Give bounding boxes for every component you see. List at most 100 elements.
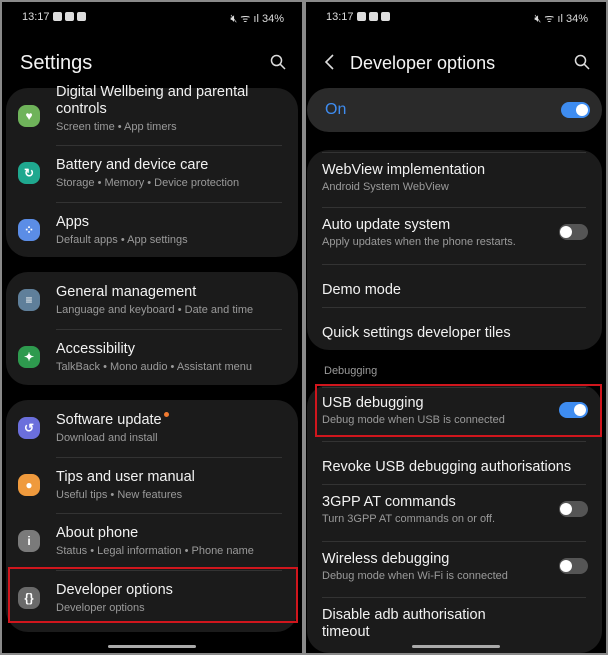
mute-wifi-signal-icons: 🔇︎ ᯤ ıl (230, 13, 262, 25)
item-title: Accessibility (56, 341, 135, 357)
item-subtitle: Apply updates when the phone restarts. (322, 236, 516, 248)
search-icon[interactable] (574, 54, 590, 70)
page-title: Developer options (350, 53, 496, 73)
toggle-knob (560, 226, 572, 238)
settings-item-about-phone[interactable]: i About phone Status • Legal information •… (6, 513, 298, 570)
master-toggle[interactable] (561, 102, 590, 118)
highlight-box (8, 567, 298, 623)
item-subtitle: Language and keyboard • Date and time (56, 304, 254, 316)
clock: 13:17 (22, 11, 50, 23)
item-subtitle: Default apps • App settings (56, 234, 188, 246)
master-switch-row[interactable]: On (307, 88, 602, 132)
item-title: General management (56, 284, 197, 300)
notification-icon (380, 12, 390, 21)
clock: 13:17 (326, 11, 354, 23)
item-subtitle: Debug mode when Wi-Fi is connected (322, 570, 508, 582)
search-icon[interactable] (270, 54, 286, 70)
setting-3gpp-at-commands[interactable]: 3GPP AT commands Turn 3GPP AT commands on… (307, 484, 602, 534)
toggle-knob (560, 560, 572, 572)
settings-item-general-management[interactable]: ≡ General management Language and keyboard… (6, 272, 298, 329)
setting-wireless-debugging[interactable]: Wireless debugging Debug mode when Wi-Fi … (307, 541, 602, 591)
item-title: Software update (56, 412, 162, 428)
item-subtitle: Storage • Memory • Device protection (56, 177, 240, 189)
software-update-icon: ↺ (18, 417, 40, 439)
accessibility-icon: ✦ (18, 346, 40, 368)
home-bar[interactable] (108, 645, 196, 648)
toggle-switch[interactable] (559, 558, 588, 574)
item-subtitle: Useful tips • New features (56, 489, 183, 501)
settings-item-tips-and-user-manual[interactable]: ● Tips and user manual Useful tips • New f… (6, 457, 298, 514)
item-title: Digital Wellbeing and parental (56, 84, 249, 100)
item-subtitle: Android System WebView (322, 181, 449, 193)
info-icon: i (18, 530, 40, 552)
back-arrow-icon[interactable] (324, 54, 336, 70)
item-title: Quick settings developer tiles (322, 325, 511, 341)
item-title: 3GPP AT commands (322, 494, 456, 510)
wellbeing-icon: ♥ (18, 105, 40, 127)
item-subtitle: Download and install (56, 432, 158, 444)
item-title: About phone (56, 525, 139, 541)
divider (322, 207, 586, 208)
setting-quick-settings-developer-tiles[interactable]: Quick settings developer tiles (307, 307, 602, 357)
developer-options-screen: 13:17 🔇︎ ᯤ ıl 34% Developer options On W… (306, 2, 606, 653)
divider (56, 457, 282, 458)
divider (322, 541, 586, 542)
notification-icon (76, 12, 86, 21)
divider (322, 441, 586, 442)
account-icon (64, 12, 74, 21)
divider (56, 513, 282, 514)
home-bar[interactable] (412, 645, 500, 648)
setting-webview-implementation[interactable]: WebView implementation Android System Web… (307, 152, 602, 202)
item-title: Battery and device care (56, 157, 209, 173)
item-subtitle: Screen time • App timers (56, 121, 177, 133)
status-bar: 13:17 🔇︎ ᯤ ıl 34% (22, 11, 284, 26)
item-title: Revoke USB debugging authorisations (322, 459, 572, 475)
item-title: controls (56, 101, 107, 117)
settings-screen: 13:17 🔇︎ ᯤ ıl 34% Settings ♥ Digital Well… (2, 2, 302, 653)
toggle-switch[interactable] (559, 224, 588, 240)
battery-level: 34% (261, 13, 284, 25)
item-subtitle: TalkBack • Mono audio • Assistant menu (56, 361, 253, 373)
page-title: Settings (20, 52, 93, 74)
divider (56, 329, 282, 330)
divider (322, 152, 586, 153)
account-icon (368, 12, 378, 21)
item-title: Wireless debugging (322, 551, 450, 567)
item-title: Disable adb authorisation (322, 607, 486, 623)
divider (322, 264, 586, 265)
settings-group: ♥ Digital Wellbeing and parental controls S… (6, 84, 298, 259)
sliders-icon: ≡ (18, 289, 40, 311)
section-header-debugging: Debugging (324, 365, 378, 377)
divider (322, 597, 586, 598)
item-title: Demo mode (322, 282, 401, 298)
divider (56, 202, 282, 203)
divider (322, 484, 586, 485)
setting-auto-update-system[interactable]: Auto update system Apply updates when the… (307, 207, 602, 257)
toggle-knob (560, 503, 572, 515)
settings-item-apps[interactable]: ⁘ Apps Default apps • App settings (6, 202, 298, 259)
divider (322, 307, 586, 308)
settings-group: ≡ General management Language and keyboard… (6, 272, 298, 385)
item-title: Auto update system (322, 217, 451, 233)
toggle-switch[interactable] (559, 501, 588, 517)
item-title: timeout (322, 624, 370, 640)
settings-item-battery-and-device-care[interactable]: ↻ Battery and device care Storage • Memory… (6, 145, 298, 202)
item-title: Tips and user manual (56, 469, 195, 485)
lightbulb-icon: ● (18, 474, 40, 496)
status-bar: 13:17 🔇︎ ᯤ ıl 34% (326, 11, 588, 26)
setting-disable-adb-authorisation-timeout[interactable]: Disable adb authorisation timeout (307, 597, 602, 647)
mute-wifi-signal-icons: 🔇︎ ᯤ ıl (534, 13, 566, 25)
item-subtitle: Status • Legal information • Phone name (56, 545, 254, 557)
settings-item-software-update[interactable]: ↺ Software update Download and install (6, 400, 298, 457)
apps-icon: ⁘ (18, 219, 40, 241)
item-subtitle: Turn 3GPP AT commands on or off. (322, 513, 496, 525)
device-care-icon: ↻ (18, 162, 40, 184)
battery-level: 34% (565, 13, 588, 25)
item-title: WebView implementation (322, 162, 486, 178)
highlight-box (315, 384, 602, 437)
update-badge (164, 412, 169, 417)
settings-item-accessibility[interactable]: ✦ Accessibility TalkBack • Mono audio • As… (6, 329, 298, 386)
settings-group: WebView implementation Android System Web… (307, 150, 602, 350)
settings-item-digital-wellbeing-and-parental-controls[interactable]: ♥ Digital Wellbeing and parental controls S… (6, 84, 298, 145)
gallery-icon (356, 12, 366, 21)
